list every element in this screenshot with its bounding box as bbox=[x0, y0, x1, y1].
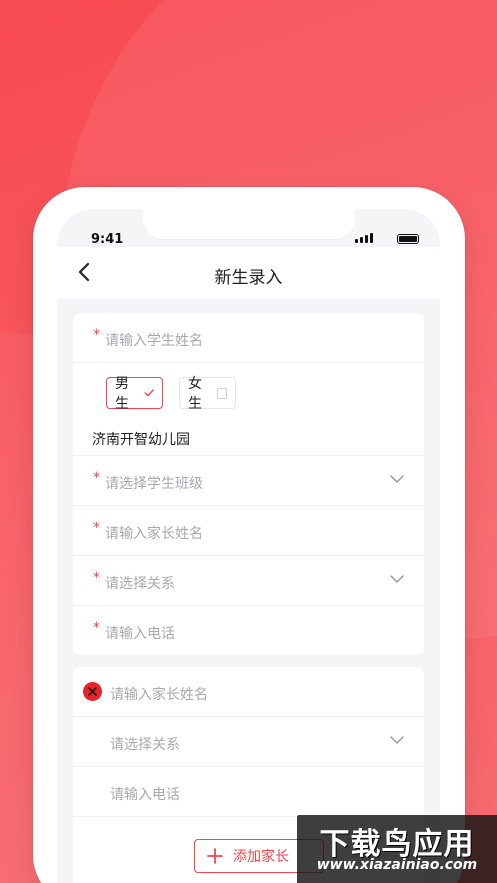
status-time: 9:41 bbox=[91, 232, 124, 247]
required-mark: * bbox=[93, 520, 100, 536]
chevron-down-icon bbox=[390, 575, 404, 583]
student-name-field[interactable]: * 请输入学生姓名 bbox=[73, 313, 424, 363]
checkbox-icon bbox=[216, 387, 227, 399]
required-mark: * bbox=[93, 570, 100, 586]
chevron-down-icon bbox=[390, 736, 404, 744]
school-name: 济南开智幼儿园 bbox=[92, 432, 190, 448]
extra-relation-placeholder: 请选择关系 bbox=[110, 737, 180, 753]
phone-screen: 9:41 新生录入 * 请输入学生姓名 男生 女生 济南开智幼儿园 * 请选择学… bbox=[57, 209, 440, 883]
phone-notch bbox=[143, 209, 355, 239]
class-select-placeholder: 请选择学生班级 bbox=[105, 476, 203, 492]
battery-icon bbox=[397, 234, 419, 244]
check-icon bbox=[144, 389, 154, 397]
gender-female-option[interactable]: 女生 bbox=[179, 376, 236, 412]
add-parent-label: 添加家长 bbox=[233, 849, 289, 865]
plus-icon bbox=[207, 848, 223, 864]
required-mark: * bbox=[93, 470, 100, 486]
page-title: 新生录入 bbox=[214, 268, 283, 288]
class-select[interactable]: * 请选择学生班级 bbox=[73, 456, 424, 506]
parent-name-field[interactable]: * 请输入家长姓名 bbox=[73, 506, 424, 556]
extra-parent-name-field[interactable]: 请输入家长姓名 bbox=[73, 667, 424, 717]
close-icon bbox=[88, 687, 97, 696]
extra-relation-select[interactable]: 请选择关系 bbox=[73, 717, 424, 767]
remove-circle-icon[interactable] bbox=[83, 682, 102, 701]
watermark-url: www.xiazainiao.com bbox=[316, 857, 478, 873]
extra-phone-placeholder: 请输入电话 bbox=[110, 787, 180, 803]
gender-female-label: 女生 bbox=[188, 376, 202, 412]
parent-name-placeholder: 请输入家长姓名 bbox=[105, 526, 203, 542]
gender-male-option[interactable]: 男生 bbox=[106, 376, 163, 412]
extra-parent-name-placeholder: 请输入家长姓名 bbox=[110, 687, 208, 703]
student-form-card: * 请输入学生姓名 男生 女生 济南开智幼儿园 * 请选择学生班级 * 请输入家… bbox=[73, 313, 424, 655]
signal-icon bbox=[355, 233, 373, 243]
relation-select-placeholder: 请选择关系 bbox=[105, 576, 175, 592]
required-mark: * bbox=[93, 620, 100, 636]
chevron-down-icon bbox=[390, 475, 404, 483]
phone-placeholder: 请输入电话 bbox=[105, 626, 175, 642]
navbar: 新生录入 bbox=[57, 247, 440, 299]
phone-field[interactable]: * 请输入电话 bbox=[73, 606, 424, 656]
phone-frame: 9:41 新生录入 * 请输入学生姓名 男生 女生 济南开智幼儿园 * 请选择学… bbox=[33, 187, 465, 883]
student-name-placeholder: 请输入学生姓名 bbox=[105, 333, 203, 349]
required-mark: * bbox=[93, 327, 100, 343]
watermark: 下载鸟应用 www.xiazainiao.com bbox=[297, 815, 497, 883]
relation-select[interactable]: * 请选择关系 bbox=[73, 556, 424, 606]
gender-male-label: 男生 bbox=[115, 376, 129, 412]
extra-phone-field[interactable]: 请输入电话 bbox=[73, 767, 424, 817]
gender-selector: 男生 女生 bbox=[73, 363, 424, 423]
